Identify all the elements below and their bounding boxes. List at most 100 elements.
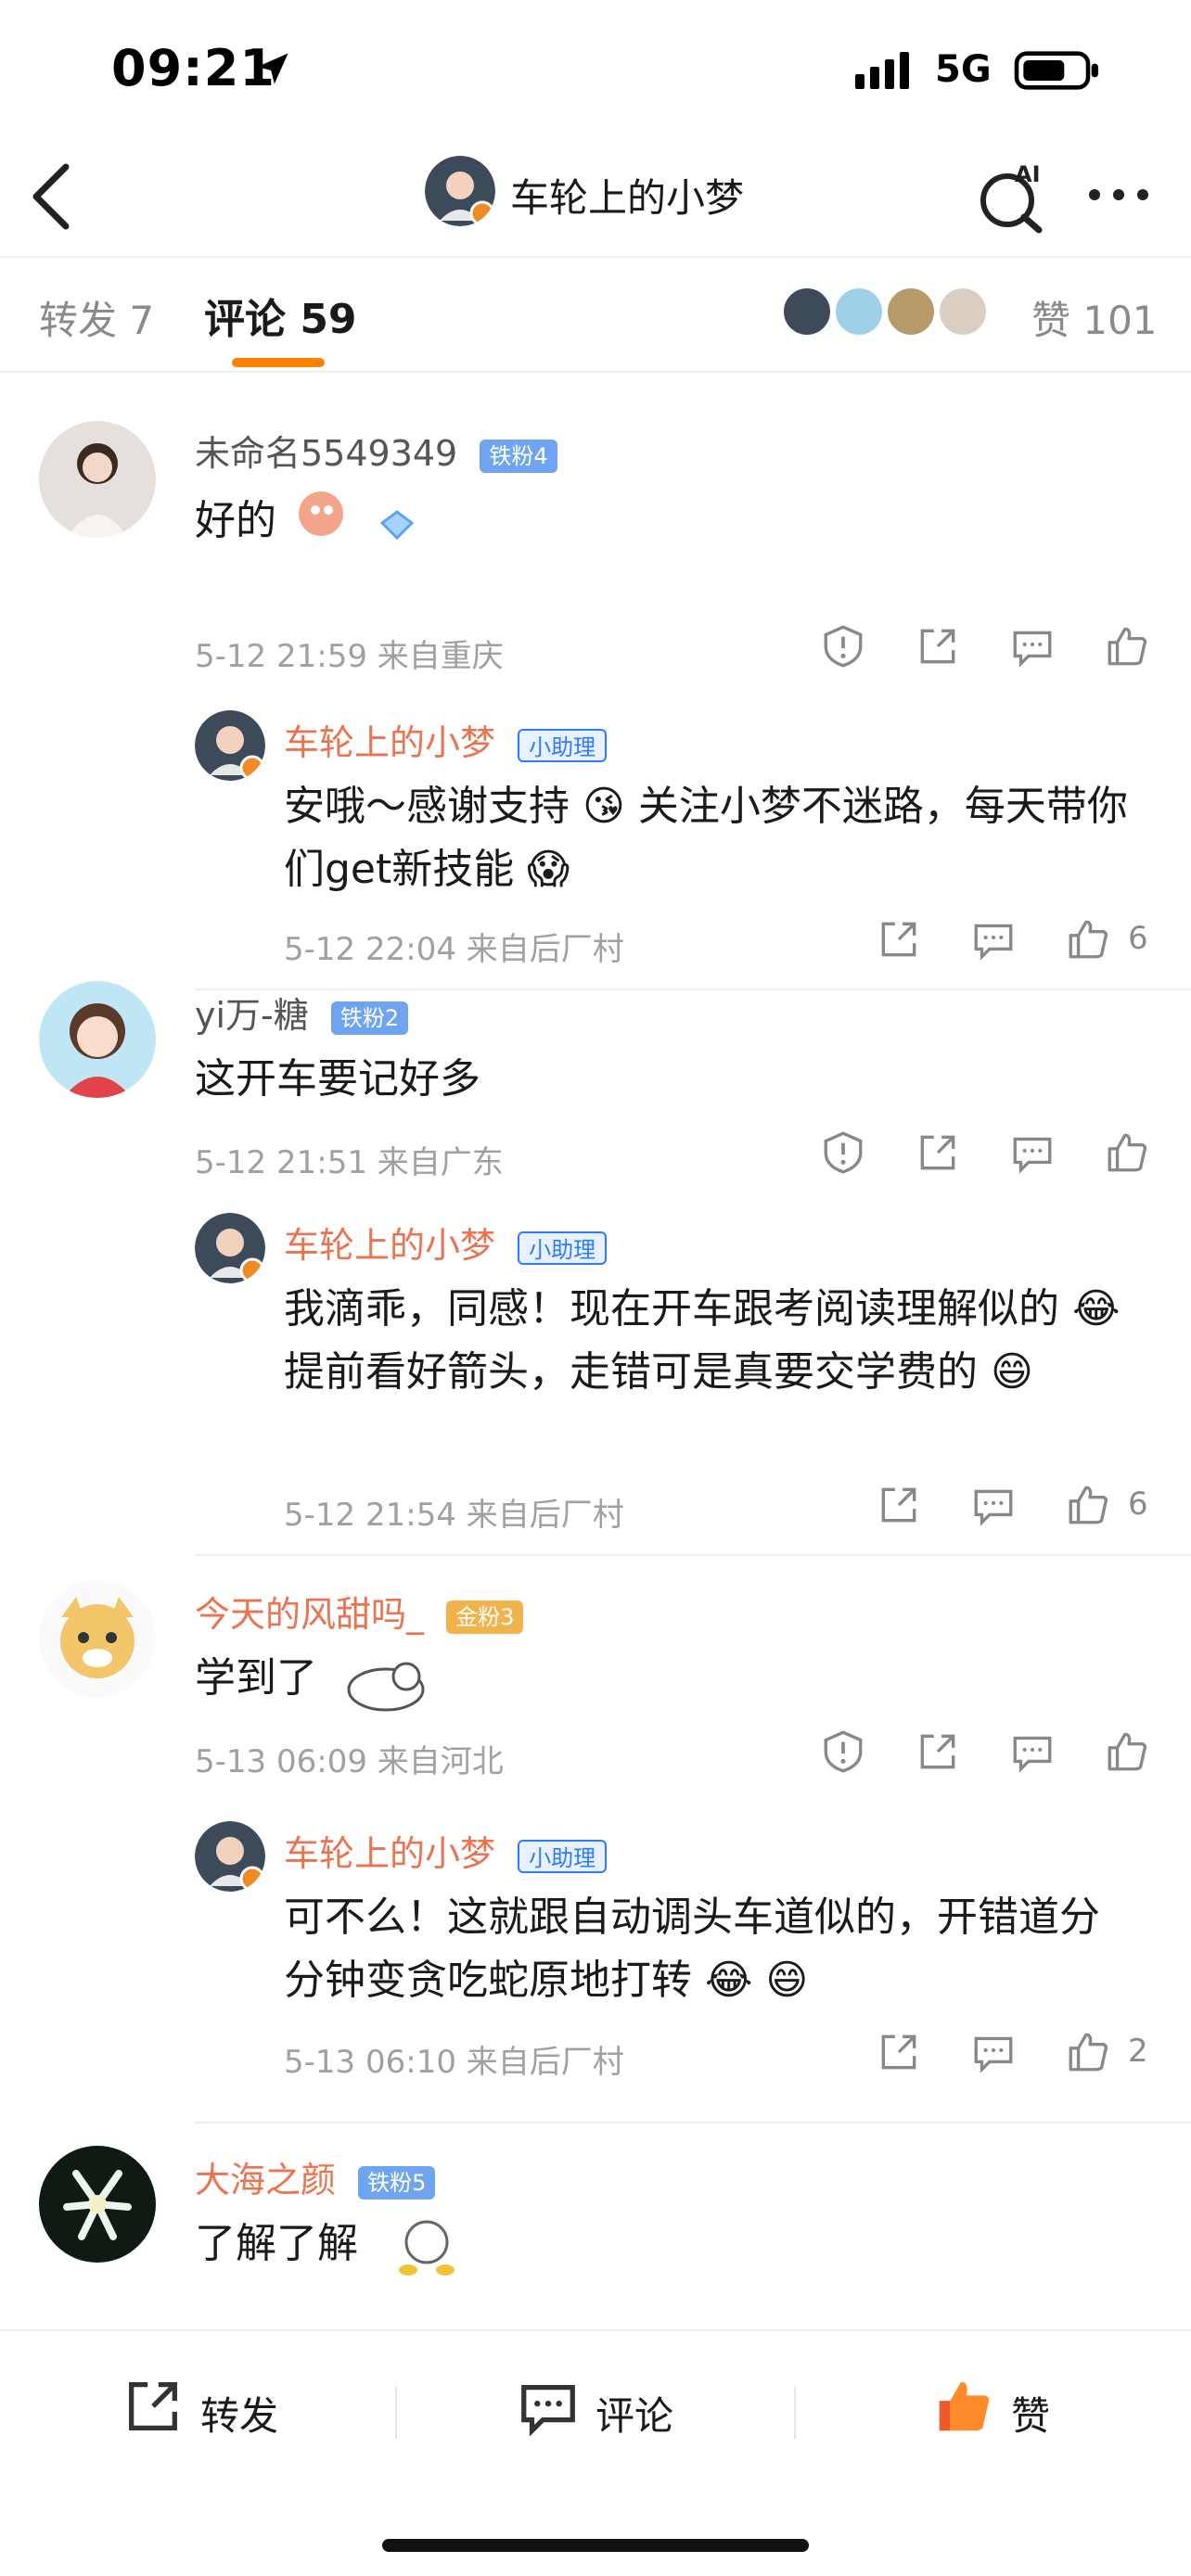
share-icon: [129, 2382, 177, 2430]
liker-avatars[interactable]: [781, 286, 1018, 341]
comment-icon[interactable]: [1009, 623, 1056, 670]
nav-bar: 车轮上的小梦 AI: [0, 139, 1191, 256]
more-icon[interactable]: [1087, 185, 1150, 204]
assistant-badge: 小助理: [518, 1231, 608, 1265]
share-icon[interactable]: [915, 1728, 961, 1775]
comment-icon[interactable]: [970, 2029, 1017, 2075]
like-icon[interactable]: [1065, 916, 1111, 963]
comment-actions: [820, 1728, 1154, 1780]
fan-badge: 铁粉4: [480, 439, 557, 473]
comment-icon[interactable]: [1009, 1728, 1056, 1775]
ai-search-icon[interactable]: AI: [976, 159, 1050, 234]
reply-text: 我滴乖，同感！现在开车跟考阅读理解似的 😂 提前看好箭头，走错可是真要交学费的 …: [284, 1285, 1121, 1396]
fan-badge: 铁粉2: [330, 1001, 409, 1035]
comment-icon[interactable]: [970, 1482, 1017, 1528]
back-icon[interactable]: [28, 159, 74, 234]
avatar[interactable]: [39, 421, 156, 538]
username-text: 车轮上的小梦: [284, 722, 496, 763]
share-icon[interactable]: [915, 623, 961, 670]
comment-text-content: 好的: [195, 497, 276, 544]
assistant-badge: 小助理: [518, 728, 608, 762]
username-text: yi万-糖: [195, 995, 309, 1036]
comment-username[interactable]: 未命名5549349 铁粉4: [195, 425, 557, 476]
tab-comment[interactable]: 评论 59: [204, 286, 357, 345]
like-label: 赞: [1011, 2393, 1051, 2439]
like-icon[interactable]: [1104, 1129, 1150, 1176]
reply-username[interactable]: 车轮上的小梦 小助理: [284, 714, 608, 765]
like-icon: [939, 2381, 990, 2431]
reply-text: 可不么！这就跟自动调头车道似的，开错道分分钟变贪吃蛇原地打转 😂 😄: [284, 1894, 1100, 2004]
report-icon[interactable]: [820, 623, 866, 670]
liker-avatar: [833, 286, 885, 338]
reply-actions: 2: [876, 2029, 1154, 2081]
like-button[interactable]: 赞: [931, 2374, 1080, 2448]
reply-text: 安哦～感谢支持 😘 关注小梦不迷路，每天带你们get新技能 😱: [284, 783, 1128, 893]
reply-avatar[interactable]: [195, 1213, 265, 1283]
reply-meta: 5-13 06:10 来自后厂村: [284, 2044, 624, 2081]
comment-text: 学到了: [195, 1643, 442, 1717]
comment-icon: [521, 2384, 575, 2437]
liker-avatar: [781, 286, 833, 338]
share-icon[interactable]: [876, 2029, 922, 2075]
avatar[interactable]: [39, 2146, 156, 2263]
reply-avatar[interactable]: [195, 1821, 265, 1892]
username-text: 车轮上的小梦: [284, 1225, 496, 1266]
like-icon[interactable]: [1065, 1482, 1111, 1528]
sticker-icon: [399, 2220, 455, 2276]
comment-text: 这开车要记好多: [195, 1055, 480, 1103]
avatar[interactable]: [39, 1580, 156, 1697]
share-icon[interactable]: [915, 1129, 961, 1176]
username-text: 大海之颜: [195, 2160, 337, 2200]
comment-label: 评论: [596, 2393, 674, 2439]
comment-icon[interactable]: [1009, 1129, 1056, 1176]
reply-meta: 5-12 22:04 来自后厂村: [284, 931, 624, 968]
divider: [195, 1554, 1191, 1556]
page-title: 车轮上的小梦: [510, 175, 745, 221]
comment-text-content: 学到了: [195, 1654, 317, 1702]
report-icon[interactable]: [820, 1129, 866, 1176]
reply-actions: 6: [876, 916, 1154, 968]
avatar[interactable]: [39, 981, 156, 1098]
comment-meta: 5-12 21:59 来自重庆: [195, 638, 504, 675]
comment-button[interactable]: 评论: [516, 2374, 701, 2448]
repost-label: 转发: [200, 2393, 279, 2439]
reply-avatar[interactable]: [195, 710, 265, 781]
tab-likes[interactable]: 赞 101: [1031, 289, 1158, 346]
comment-actions: [820, 1129, 1154, 1181]
reply-username[interactable]: 车轮上的小梦 小助理: [284, 1217, 608, 1268]
comment-username[interactable]: 今天的风甜吗_ 金粉3: [195, 1586, 524, 1637]
repost-button[interactable]: 转发: [121, 2374, 306, 2448]
assistant-badge: 小助理: [518, 1839, 608, 1873]
author-avatar[interactable]: [425, 156, 495, 226]
share-icon[interactable]: [876, 1482, 922, 1528]
home-indicator: [382, 2539, 809, 2552]
comment-icon[interactable]: [970, 916, 1017, 963]
report-icon[interactable]: [820, 1728, 866, 1775]
comment-meta: 5-13 06:09 来自河北: [195, 1743, 504, 1780]
tab-repost[interactable]: 转发 7: [39, 289, 154, 346]
like-icon[interactable]: [1104, 1728, 1150, 1775]
location-arrow-icon: [257, 53, 288, 84]
fan-badge: 铁粉5: [358, 2165, 436, 2200]
share-icon[interactable]: [876, 916, 922, 963]
liker-avatar: [885, 286, 937, 338]
comment-username[interactable]: 大海之颜 铁粉5: [195, 2151, 436, 2202]
comment-username[interactable]: yi万-糖 铁粉2: [195, 987, 409, 1038]
username-text: 车轮上的小梦: [284, 1833, 496, 1874]
fan-badge: 金粉3: [446, 1600, 524, 1634]
reply-actions: 6: [876, 1482, 1154, 1534]
divider: [195, 2122, 1191, 2123]
signal-icon: [855, 52, 909, 89]
like-count: 6: [1128, 1486, 1148, 1523]
svg-text:AI: AI: [1015, 161, 1041, 187]
reply-username[interactable]: 车轮上的小梦 小助理: [284, 1825, 608, 1876]
status-bar: 09:21 5G: [0, 0, 1191, 139]
like-icon[interactable]: [1104, 623, 1150, 670]
bottom-action-bar: 转发 评论 赞: [0, 2329, 1191, 2576]
comment-text-content: 了解了解: [195, 2220, 358, 2267]
like-icon[interactable]: [1065, 2029, 1111, 2075]
username-text: 今天的风甜吗_: [195, 1594, 425, 1635]
liker-avatar: [937, 286, 989, 338]
username-text: 未命名5549349: [195, 433, 458, 474]
divider: [395, 2387, 397, 2439]
